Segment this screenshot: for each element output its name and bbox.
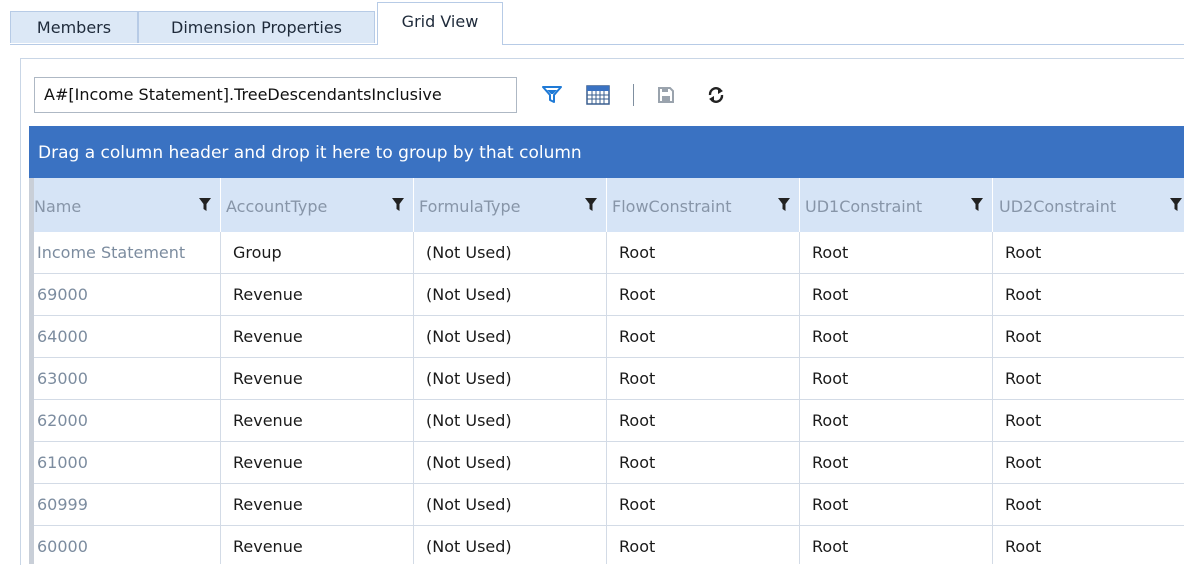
grid-icon[interactable]: [585, 80, 611, 110]
value-cell[interactable]: (Not Used): [414, 358, 607, 400]
refresh-icon[interactable]: [703, 80, 729, 110]
value-cell[interactable]: Root: [993, 484, 1184, 526]
value-cell[interactable]: Root: [607, 316, 800, 358]
table-row[interactable]: 69000 Revenue (Not Used) Root Root Root: [29, 274, 1184, 316]
column-header-flowconstraint[interactable]: FlowConstraint: [607, 178, 800, 232]
save-icon[interactable]: [653, 80, 679, 110]
value-cell[interactable]: (Not Used): [414, 442, 607, 484]
value-cell[interactable]: Root: [993, 274, 1184, 316]
member-filter-input[interactable]: A#[Income Statement].TreeDescendantsIncl…: [34, 77, 517, 113]
column-header-label: UD1Constraint: [805, 197, 923, 216]
value-cell[interactable]: Root: [607, 484, 800, 526]
column-filter-icon[interactable]: [199, 198, 211, 212]
column-filter-icon[interactable]: [585, 198, 597, 212]
value-cell[interactable]: Root: [800, 442, 993, 484]
value-cell[interactable]: Root: [993, 232, 1184, 274]
column-header-label: FormulaType: [419, 197, 521, 216]
row-indicator-bar: [29, 178, 34, 564]
table-row[interactable]: 60999 Revenue (Not Used) Root Root Root: [29, 484, 1184, 526]
filter-icon[interactable]: [539, 80, 565, 110]
value-cell[interactable]: (Not Used): [414, 316, 607, 358]
value-cell[interactable]: Revenue: [221, 358, 414, 400]
name-cell[interactable]: 61000: [29, 442, 221, 484]
column-header-label: Name: [34, 197, 82, 216]
column-header-ud2constraint[interactable]: UD2Constraint: [993, 178, 1184, 232]
column-header-label: UD2Constraint: [999, 197, 1117, 216]
value-cell[interactable]: Revenue: [221, 484, 414, 526]
column-filter-icon[interactable]: [1170, 198, 1182, 212]
value-cell[interactable]: Root: [800, 400, 993, 442]
group-by-panel[interactable]: Drag a column header and drop it here to…: [29, 126, 1184, 178]
column-header-ud1constraint[interactable]: UD1Constraint: [800, 178, 993, 232]
value-cell[interactable]: Root: [800, 358, 993, 400]
name-cell[interactable]: 69000: [29, 274, 221, 316]
grid-header-row: Name AccountType FormulaType FlowConstra…: [29, 178, 1184, 232]
value-cell[interactable]: Root: [993, 358, 1184, 400]
value-cell[interactable]: Root: [993, 442, 1184, 484]
data-grid: Name AccountType FormulaType FlowConstra…: [29, 178, 1184, 564]
value-cell[interactable]: Root: [993, 400, 1184, 442]
value-cell[interactable]: Root: [800, 316, 993, 358]
name-cell[interactable]: 63000: [29, 358, 221, 400]
column-header-name[interactable]: Name: [29, 178, 221, 232]
table-row[interactable]: 61000 Revenue (Not Used) Root Root Root: [29, 442, 1184, 484]
column-filter-icon[interactable]: [392, 198, 404, 212]
column-header-label: FlowConstraint: [612, 197, 732, 216]
value-cell[interactable]: (Not Used): [414, 526, 607, 564]
column-header-accounttype[interactable]: AccountType: [221, 178, 414, 232]
value-cell[interactable]: (Not Used): [414, 274, 607, 316]
tab-grid-view[interactable]: Grid View: [377, 2, 503, 45]
name-cell[interactable]: 62000: [29, 400, 221, 442]
tab-bar: Members Dimension Properties Grid View: [10, 0, 1184, 45]
tab-members[interactable]: Members: [10, 11, 138, 43]
value-cell[interactable]: Root: [607, 274, 800, 316]
table-row[interactable]: 63000 Revenue (Not Used) Root Root Root: [29, 358, 1184, 400]
value-cell[interactable]: Root: [607, 358, 800, 400]
table-row[interactable]: 62000 Revenue (Not Used) Root Root Root: [29, 400, 1184, 442]
column-filter-icon[interactable]: [971, 198, 983, 212]
name-cell[interactable]: 64000: [29, 316, 221, 358]
value-cell[interactable]: Revenue: [221, 400, 414, 442]
value-cell[interactable]: Group: [221, 232, 414, 274]
value-cell[interactable]: Root: [607, 442, 800, 484]
name-cell[interactable]: Income Statement: [29, 232, 221, 274]
value-cell[interactable]: Root: [993, 316, 1184, 358]
value-cell[interactable]: Root: [607, 526, 800, 564]
toolbar-separator: [633, 84, 634, 106]
value-cell[interactable]: Revenue: [221, 442, 414, 484]
name-cell[interactable]: 60000: [29, 526, 221, 564]
value-cell[interactable]: (Not Used): [414, 400, 607, 442]
value-cell[interactable]: Revenue: [221, 274, 414, 316]
value-cell[interactable]: (Not Used): [414, 232, 607, 274]
value-cell[interactable]: (Not Used): [414, 484, 607, 526]
tab-dimension-properties[interactable]: Dimension Properties: [138, 11, 375, 43]
column-header-label: AccountType: [226, 197, 328, 216]
table-row[interactable]: Income Statement Group (Not Used) Root Root R…: [29, 232, 1184, 274]
table-row[interactable]: 60000 Revenue (Not Used) Root Root Root: [29, 526, 1184, 564]
value-cell[interactable]: Root: [800, 526, 993, 564]
value-cell[interactable]: Root: [993, 526, 1184, 564]
value-cell[interactable]: Revenue: [221, 316, 414, 358]
value-cell[interactable]: Root: [800, 274, 993, 316]
column-header-formulatype[interactable]: FormulaType: [414, 178, 607, 232]
value-cell[interactable]: Root: [800, 232, 993, 274]
value-cell[interactable]: Root: [607, 232, 800, 274]
value-cell[interactable]: Revenue: [221, 526, 414, 564]
value-cell[interactable]: Root: [607, 400, 800, 442]
value-cell[interactable]: Root: [800, 484, 993, 526]
name-cell[interactable]: 60999: [29, 484, 221, 526]
table-row[interactable]: 64000 Revenue (Not Used) Root Root Root: [29, 316, 1184, 358]
column-filter-icon[interactable]: [778, 198, 790, 212]
